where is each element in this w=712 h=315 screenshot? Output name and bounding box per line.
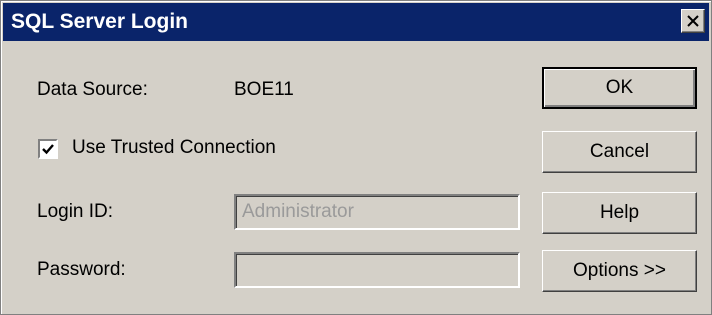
trusted-connection-checkbox[interactable] — [38, 139, 58, 159]
cancel-button[interactable]: Cancel — [542, 131, 697, 173]
checkmark-icon — [42, 144, 54, 155]
sql-server-login-dialog: SQL Server Login Data Source: BOE11 Use … — [0, 0, 712, 315]
window-title: SQL Server Login — [11, 10, 188, 33]
data-source-label: Data Source: — [37, 79, 148, 100]
ok-button[interactable]: OK — [542, 67, 697, 109]
title-bar[interactable]: SQL Server Login — [3, 3, 709, 41]
login-id-label: Login ID: — [37, 201, 114, 222]
close-button[interactable] — [681, 9, 705, 33]
close-icon — [687, 15, 699, 27]
data-source-value: BOE11 — [234, 79, 294, 100]
options-button[interactable]: Options >> — [542, 250, 697, 292]
password-input[interactable] — [234, 252, 520, 288]
help-button[interactable]: Help — [542, 192, 697, 234]
trusted-connection-label[interactable]: Use Trusted Connection — [72, 137, 276, 159]
password-label: Password: — [37, 259, 126, 280]
login-id-input[interactable] — [234, 194, 520, 230]
